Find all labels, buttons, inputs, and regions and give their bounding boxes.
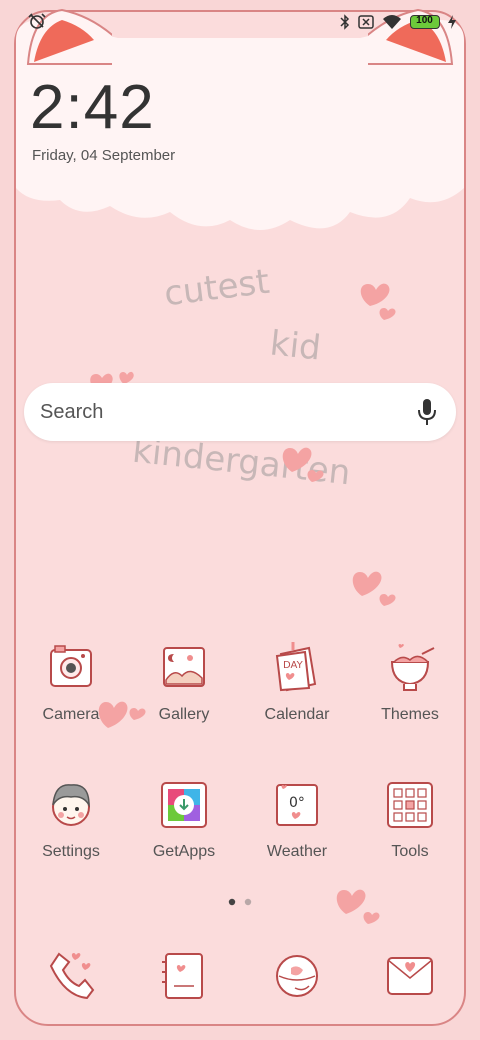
status-bar: 100 [0, 12, 480, 32]
tools-icon [387, 782, 433, 828]
camera-icon [50, 645, 92, 687]
messages-icon [387, 957, 433, 995]
battery-level: 100 [416, 15, 433, 26]
dock-phone[interactable] [16, 948, 126, 1004]
page-dot-active [228, 898, 236, 906]
calendar-icon: DAY [275, 642, 317, 692]
heart-icon [352, 571, 396, 606]
sim-off-icon [358, 15, 374, 29]
search-bar[interactable]: Search [24, 383, 456, 441]
heart-icon [336, 889, 380, 924]
page-indicator[interactable] [226, 897, 256, 907]
page-dot [244, 898, 252, 906]
app-weather[interactable]: 0° Weather [242, 777, 352, 861]
battery-icon: 100 [410, 15, 440, 29]
gallery-icon [163, 647, 205, 687]
app-label: Weather [266, 843, 328, 860]
bluetooth-icon [340, 14, 350, 30]
app-themes[interactable]: Themes [355, 640, 465, 724]
themes-icon [390, 644, 435, 691]
app-label: Gallery [158, 706, 210, 723]
wifi-icon [383, 15, 401, 29]
getapps-icon [161, 782, 207, 828]
alarm-off-icon [28, 13, 46, 29]
svg-text:DAY: DAY [283, 660, 304, 671]
phone-icon [49, 952, 95, 1000]
date-label[interactable]: Friday, 04 September [32, 147, 175, 164]
browser-icon [276, 955, 318, 997]
wallpaper-text-kid: kid [268, 323, 323, 369]
app-label: Settings [42, 843, 100, 860]
weather-icon: 0° [276, 784, 318, 826]
dock-messages[interactable] [355, 948, 465, 1004]
status-icons: 100 [340, 12, 456, 32]
app-tools[interactable]: Tools [355, 777, 465, 861]
search-placeholder[interactable]: Search [40, 401, 103, 424]
heart-icon [282, 447, 324, 482]
app-label: Calendar [264, 706, 330, 723]
dock-browser[interactable] [242, 948, 352, 1004]
app-calendar[interactable]: DAY Calendar [242, 640, 352, 724]
app-label: GetApps [152, 843, 216, 860]
contacts-icon [162, 953, 203, 999]
app-settings[interactable]: Settings [16, 777, 126, 861]
heart-icon [360, 283, 396, 320]
app-getapps[interactable]: GetApps [129, 777, 239, 861]
settings-icon [52, 784, 90, 826]
clock[interactable]: 2:42 [30, 72, 155, 143]
app-label: Themes [381, 706, 439, 723]
app-gallery[interactable]: Gallery [129, 640, 239, 724]
svg-text:0°: 0° [289, 795, 305, 811]
microphone-icon[interactable] [416, 397, 438, 427]
app-label: Camera [42, 706, 100, 723]
dock-contacts[interactable] [129, 948, 239, 1004]
charging-icon [448, 15, 456, 29]
app-camera[interactable]: Camera [16, 640, 126, 724]
app-label: Tools [391, 843, 429, 860]
